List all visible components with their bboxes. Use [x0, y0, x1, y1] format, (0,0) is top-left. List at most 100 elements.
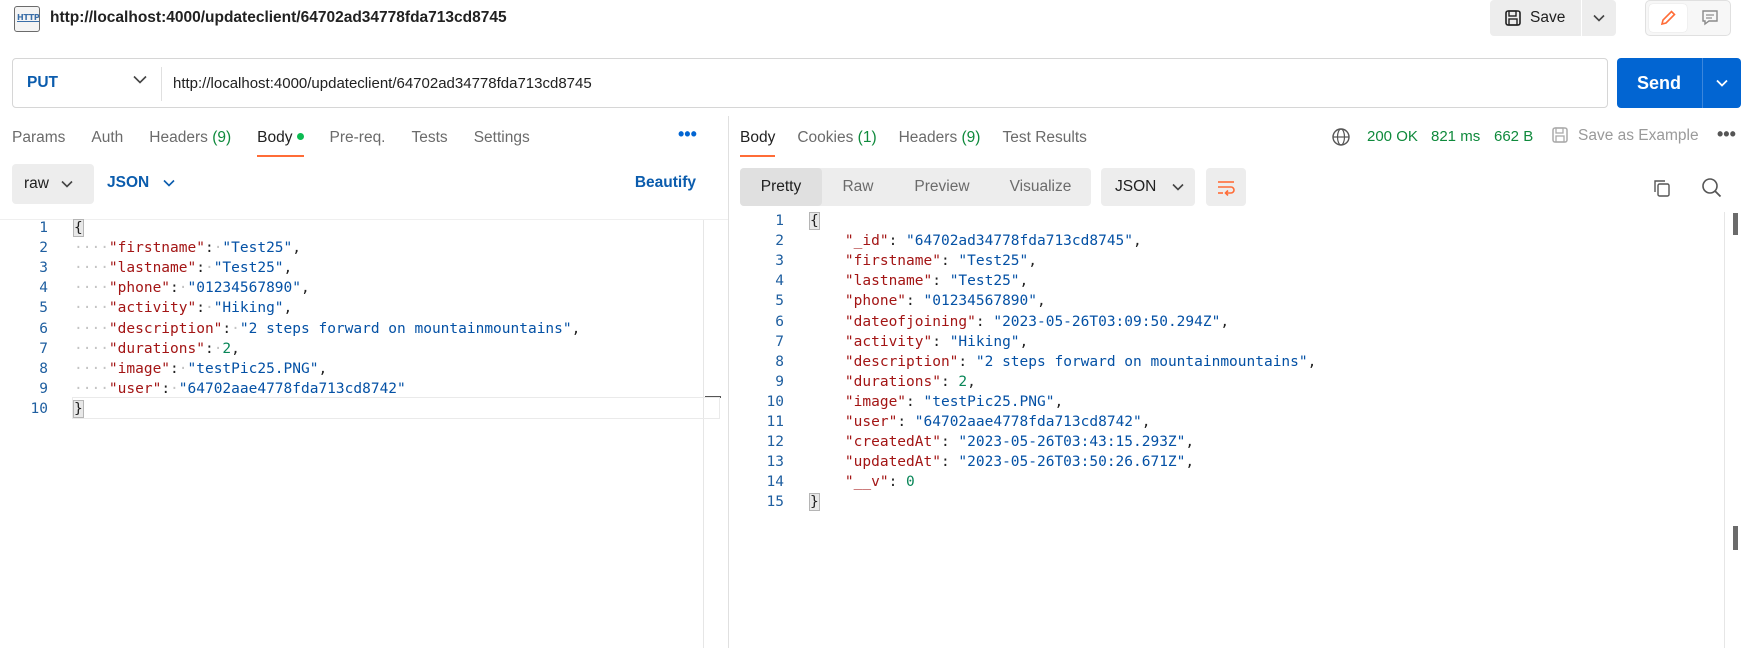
line-number: 2 [39, 240, 48, 257]
line-number: 7 [39, 340, 48, 357]
code-line: 15} [733, 493, 820, 517]
chevron-down-icon [1716, 79, 1728, 87]
save-options-button[interactable] [1582, 0, 1616, 36]
save-button[interactable]: Save [1490, 0, 1581, 36]
code-text: "__v": 0 [844, 474, 915, 491]
view-pretty[interactable]: Pretty [740, 168, 822, 206]
tab-params[interactable]: Params [12, 129, 65, 157]
tab-response-body[interactable]: Body [740, 129, 776, 157]
body-language-select[interactable]: JSON [107, 174, 175, 192]
save-example-icon [1552, 127, 1568, 143]
globe-icon[interactable] [1331, 127, 1351, 147]
tab-auth[interactable]: Auth [91, 129, 123, 157]
more-options-icon[interactable]: ••• [1717, 124, 1736, 145]
chevron-down-icon [61, 180, 73, 188]
save-label: Save [1530, 9, 1566, 26]
divider [161, 67, 162, 101]
line-number: 11 [766, 414, 784, 430]
code-text: "image": "testPic25.PNG", [844, 393, 1064, 410]
line-number: 3 [775, 253, 784, 270]
line-number: 14 [766, 474, 784, 491]
line-number: 1 [39, 220, 48, 236]
search-icon[interactable] [1701, 177, 1722, 198]
response-tabs: Body Cookies (1) Headers (9) Test Result… [740, 129, 1113, 157]
title-bar: HTTP http://localhost:4000/updateclient/… [0, 0, 1757, 40]
tab-response-headers[interactable]: Headers (9) [899, 129, 981, 157]
code-text: } [809, 493, 820, 512]
line-number: 3 [39, 260, 48, 277]
code-text: { [73, 219, 84, 237]
send-group: Send [1617, 58, 1741, 108]
response-view-selector: Pretty Raw Preview Visualize [740, 168, 1091, 206]
floppy-disk-icon [1505, 10, 1521, 26]
code-text: } [73, 399, 84, 418]
tab-pre-request[interactable]: Pre-req. [330, 129, 386, 157]
tab-cookies[interactable]: Cookies (1) [797, 129, 876, 157]
documentation-mode-button[interactable] [1692, 4, 1728, 32]
line-number: 8 [775, 353, 784, 370]
response-size[interactable]: 662 B [1494, 128, 1533, 145]
request-title[interactable]: http://localhost:4000/updateclient/64702… [50, 9, 507, 27]
response-format-label: JSON [1115, 178, 1157, 195]
pane-splitter[interactable] [728, 116, 729, 648]
response-scrollbar-track[interactable] [1724, 212, 1725, 648]
body-mode-label: raw [24, 175, 49, 192]
view-visualize[interactable]: Visualize [990, 168, 1091, 206]
line-number: 2 [775, 233, 784, 250]
body-toolbar: raw JSON Beautify [12, 164, 730, 204]
line-number: 1 [775, 213, 784, 229]
code-text: ····"firstname":·"Test25", [74, 240, 301, 257]
url-input[interactable]: http://localhost:4000/updateclient/64702… [173, 75, 592, 92]
send-button[interactable]: Send [1617, 58, 1701, 108]
status-code[interactable]: 200 OK [1367, 128, 1418, 145]
tab-tests[interactable]: Tests [412, 129, 448, 157]
line-number: 5 [39, 300, 48, 317]
more-options-icon[interactable]: ••• [678, 124, 697, 145]
code-text: "firstname": "Test25", [844, 253, 1037, 270]
view-preview[interactable]: Preview [894, 168, 990, 206]
edit-mode-button[interactable] [1649, 4, 1687, 32]
code-text: "activity": "Hiking", [844, 333, 1029, 350]
modified-dot-icon [296, 133, 304, 141]
send-options-button[interactable] [1703, 58, 1741, 108]
code-text: ····"durations":·2, [74, 340, 240, 357]
response-format-select[interactable]: JSON [1101, 168, 1195, 206]
code-text: ····"image":·"testPic25.PNG", [74, 360, 328, 377]
code-text: "durations": 2, [844, 373, 976, 390]
chevron-down-icon [1593, 14, 1605, 22]
code-text: "dateofjoining": "2023-05-26T03:09:50.29… [844, 313, 1230, 330]
body-mode-select[interactable]: raw [12, 164, 94, 204]
save-as-example-button[interactable]: Save as Example [1578, 127, 1699, 145]
request-url-bar: PUT http://localhost:4000/updateclient/6… [12, 58, 1608, 108]
response-time[interactable]: 821 ms [1431, 128, 1480, 145]
tab-headers[interactable]: Headers (9) [149, 129, 231, 157]
tab-settings[interactable]: Settings [474, 129, 530, 157]
view-mode-toggle [1645, 0, 1731, 36]
view-raw[interactable]: Raw [822, 168, 894, 206]
line-number: 6 [39, 320, 48, 337]
body-language-label: JSON [107, 174, 150, 191]
editor-scrollbar-track[interactable] [703, 220, 704, 648]
copy-icon[interactable] [1652, 178, 1672, 198]
beautify-button[interactable]: Beautify [635, 174, 696, 192]
code-text: ····"lastname":·"Test25", [74, 260, 293, 277]
http-request-icon: HTTP [14, 6, 40, 32]
line-number: 12 [766, 434, 784, 451]
code-text: "phone": "01234567890", [844, 293, 1046, 310]
code-text: ····"activity":·"Hiking", [74, 300, 293, 317]
line-number: 6 [775, 313, 784, 330]
code-text: "user": "64702aae4778fda713cd8742", [844, 414, 1151, 430]
wrap-lines-button[interactable] [1206, 168, 1246, 206]
code-text: ····"user":·"64702aae4778fda713cd8742" [74, 380, 406, 397]
line-number: 7 [775, 333, 784, 350]
tab-body[interactable]: Body [257, 129, 304, 157]
pencil-icon [1660, 10, 1676, 26]
method-select[interactable]: PUT [27, 74, 58, 92]
tab-test-results[interactable]: Test Results [1002, 129, 1086, 157]
code-text: ····"description":·"2 steps forward on m… [74, 320, 581, 337]
code-text: "createdAt": "2023-05-26T03:43:15.293Z", [844, 434, 1195, 451]
chevron-down-icon [163, 179, 175, 187]
code-text: "lastname": "Test25", [844, 273, 1029, 290]
code-text: { [809, 212, 820, 230]
chevron-down-icon[interactable] [133, 75, 147, 84]
